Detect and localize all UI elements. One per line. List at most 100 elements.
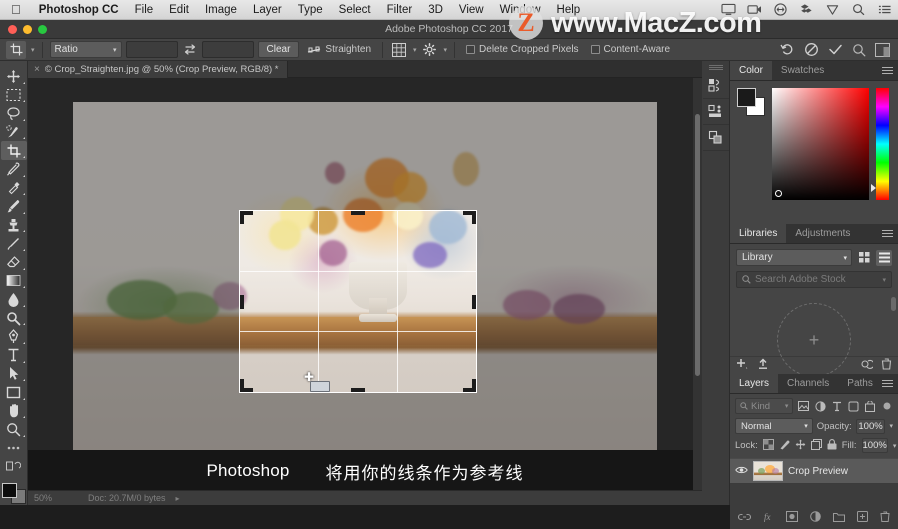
spot-healing-brush-tool[interactable]: [1, 179, 27, 198]
fill-chevron-icon[interactable]: ▾: [893, 442, 897, 450]
layer-style-icon[interactable]: fx: [763, 511, 774, 525]
lock-transparency-icon[interactable]: [762, 438, 774, 453]
artboard[interactable]: ✚: [73, 102, 657, 463]
pen-tool[interactable]: [1, 327, 27, 346]
history-panel-icon[interactable]: [702, 73, 729, 99]
zoom-tool[interactable]: [1, 420, 27, 439]
chevron-down-icon[interactable]: ▾: [882, 276, 886, 284]
quick-mask-toggle[interactable]: [1, 457, 27, 476]
foreground-color-swatch[interactable]: [737, 88, 756, 107]
libraries-add-plus[interactable]: +: [809, 331, 820, 349]
layer-comps-panel-icon[interactable]: [702, 125, 729, 151]
hue-slider[interactable]: [871, 88, 889, 200]
dock-grip[interactable]: [708, 65, 723, 71]
properties-panel-icon[interactable]: [702, 99, 729, 125]
lasso-tool[interactable]: [1, 104, 27, 123]
commit-checkmark-icon[interactable]: [828, 42, 843, 57]
cancel-icon[interactable]: [804, 42, 819, 57]
menu-layer[interactable]: Layer: [245, 0, 290, 20]
tab-channels[interactable]: Channels: [778, 374, 839, 393]
scrollbar-thumb[interactable]: [695, 114, 700, 376]
tab-layers[interactable]: Layers: [730, 374, 779, 393]
tab-libraries[interactable]: Libraries: [730, 224, 787, 243]
crop-handle-top[interactable]: [351, 211, 365, 215]
layer-row-crop-preview[interactable]: Crop Preview: [730, 458, 898, 484]
menu-select[interactable]: Select: [331, 0, 379, 20]
search-icon[interactable]: [851, 3, 866, 16]
libraries-empty-state[interactable]: +: [730, 293, 898, 377]
screen-record-icon[interactable]: [747, 3, 762, 16]
delete-layer-icon[interactable]: [880, 511, 890, 525]
status-zoom-level[interactable]: 50%: [34, 493, 78, 503]
crop-handle-top-left[interactable]: [240, 211, 244, 224]
layer-name[interactable]: Crop Preview: [788, 466, 848, 477]
menu-help[interactable]: Help: [549, 0, 589, 20]
crop-tool[interactable]: [0, 141, 27, 160]
library-select[interactable]: Library ▾: [736, 249, 852, 266]
color-picker-field[interactable]: [772, 88, 869, 200]
sync-icon[interactable]: [860, 358, 875, 373]
tab-adjustments[interactable]: Adjustments: [786, 224, 860, 243]
menu-image[interactable]: Image: [197, 0, 245, 20]
content-aware-checkbox[interactable]: Content-Aware: [587, 44, 675, 55]
crop-handle-bottom-left[interactable]: [240, 379, 244, 392]
rectangle-tool[interactable]: [1, 383, 27, 402]
workspace-switcher-icon[interactable]: [875, 42, 890, 57]
tab-paths[interactable]: Paths: [838, 374, 882, 393]
display-icon[interactable]: [721, 3, 736, 16]
lock-image-icon[interactable]: [779, 439, 790, 453]
filter-smart-object-icon[interactable]: [864, 399, 877, 413]
hand-tool[interactable]: [1, 402, 27, 421]
lock-position-icon[interactable]: [795, 439, 806, 453]
search-adobe-stock-input[interactable]: Search Adobe Stock ▾: [736, 271, 892, 288]
menu-3d[interactable]: 3D: [420, 0, 451, 20]
opacity-value[interactable]: 100%: [855, 418, 886, 434]
crop-handle-bottom-right[interactable]: [472, 379, 476, 392]
crop-overlay-grid-icon[interactable]: [390, 41, 408, 59]
adjustment-layer-icon[interactable]: [810, 511, 821, 525]
crop-tool-icon[interactable]: [6, 40, 26, 59]
swap-dimensions-icon[interactable]: [182, 42, 198, 58]
reset-icon[interactable]: [780, 42, 795, 57]
menu-view[interactable]: View: [451, 0, 492, 20]
blur-tool[interactable]: [1, 290, 27, 309]
upload-icon[interactable]: [757, 358, 769, 373]
hue-slider-marker[interactable]: [871, 184, 876, 192]
layer-filter-kind-select[interactable]: Kind ▾: [735, 398, 794, 414]
fill-value[interactable]: 100%: [861, 438, 888, 453]
tab-color[interactable]: Color: [730, 61, 772, 80]
new-layer-icon[interactable]: [857, 511, 868, 525]
crop-handle-bottom[interactable]: [351, 388, 365, 392]
clear-button[interactable]: Clear: [257, 41, 300, 58]
libraries-scrollbar-thumb[interactable]: [891, 297, 896, 311]
quick-selection-tool[interactable]: [1, 123, 27, 142]
settings-chevron-icon[interactable]: ▾: [444, 46, 448, 54]
grid-view-icon[interactable]: [856, 250, 872, 266]
delete-cropped-pixels-checkbox[interactable]: Delete Cropped Pixels: [462, 44, 583, 55]
brush-tool[interactable]: [1, 197, 27, 216]
history-brush-tool[interactable]: [1, 234, 27, 253]
teamviewer-icon[interactable]: [773, 3, 788, 16]
panel-menu-icon[interactable]: [882, 67, 893, 74]
menu-edit[interactable]: Edit: [161, 0, 197, 20]
filter-shape-icon[interactable]: [847, 399, 860, 413]
clone-stamp-tool[interactable]: [1, 216, 27, 235]
filter-pixel-icon[interactable]: [797, 399, 810, 413]
layer-mask-icon[interactable]: [786, 511, 798, 525]
canvas-area[interactable]: ✚: [28, 78, 702, 490]
menu-photoshop-cc[interactable]: Photoshop CC: [31, 0, 127, 20]
filter-adjustment-icon[interactable]: [814, 399, 827, 413]
filter-toggle-icon[interactable]: [880, 399, 893, 413]
close-tab-icon[interactable]: ×: [34, 64, 40, 75]
layer-thumbnail[interactable]: [753, 461, 783, 481]
dodge-tool[interactable]: [1, 309, 27, 328]
foreground-background-colors[interactable]: [1, 482, 27, 505]
move-tool[interactable]: [1, 67, 27, 86]
filter-type-icon[interactable]: [831, 399, 844, 413]
apple-logo-icon[interactable]: : [0, 3, 31, 16]
blend-mode-select[interactable]: Normal ▾: [735, 418, 813, 434]
lock-artboard-icon[interactable]: [810, 438, 822, 453]
crop-handle-right[interactable]: [472, 294, 476, 309]
color-picker-marker[interactable]: [775, 190, 782, 197]
gear-icon[interactable]: [421, 41, 439, 59]
